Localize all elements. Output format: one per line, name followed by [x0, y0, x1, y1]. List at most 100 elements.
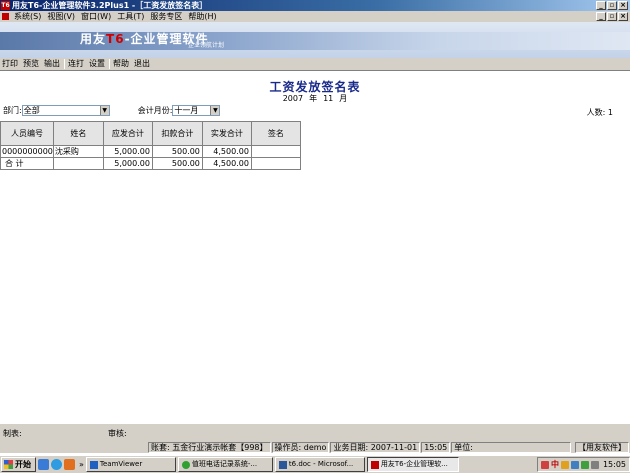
task-teamviewer[interactable]: TeamViewer: [85, 457, 176, 472]
document-window-controls: _ ▫ ×: [596, 12, 628, 21]
app-menu-icon[interactable]: [2, 13, 9, 20]
col-header-signature[interactable]: 签名: [250, 121, 301, 146]
close-button[interactable]: ×: [618, 1, 628, 10]
status-brand: 【用友软件】: [575, 441, 629, 453]
task-duty-phone-log[interactable]: 值班电话记录系统-...: [177, 457, 273, 472]
word-icon: [278, 460, 287, 469]
status-time: 15:05: [421, 441, 451, 453]
quicklaunch-icon[interactable]: [64, 459, 75, 470]
export-button[interactable]: 输出: [42, 58, 63, 70]
exit-button[interactable]: 退出: [132, 58, 153, 70]
menu-tools[interactable]: 工具(T): [114, 11, 147, 22]
month-select-value: 十一月: [174, 105, 199, 115]
toolbar-separator: [64, 59, 65, 69]
menu-view[interactable]: 视图(V): [44, 11, 78, 22]
table-row[interactable]: 0000000000 沈采购 5,000.00 500.00 4,500.00: [0, 145, 301, 158]
doc-close-button[interactable]: ×: [618, 12, 628, 21]
preview-button[interactable]: 预览: [21, 58, 42, 70]
window-controls: _ ▫ ×: [596, 1, 628, 10]
cell-employee-id[interactable]: 0000000000: [0, 145, 54, 158]
table-header-row: 人员编号 姓名 应发合计 扣款合计 实发合计 签名: [0, 121, 301, 146]
ime-indicator[interactable]: 中: [551, 459, 559, 470]
status-unit: 单位:: [451, 441, 572, 453]
cell-total-deductions: 500.00: [151, 157, 203, 170]
quicklaunch-more-icon[interactable]: »: [79, 460, 84, 469]
reviewer-label: 审核:: [108, 429, 127, 438]
tray-icon[interactable]: [560, 460, 569, 469]
restore-button[interactable]: ▫: [607, 1, 617, 10]
col-header-net-pay[interactable]: 实发合计: [201, 121, 252, 146]
maker-label: 制表:: [3, 429, 22, 438]
col-header-deductions[interactable]: 扣款合计: [151, 121, 203, 146]
taskbar: 开始 » TeamViewer 值班电话记录系统-... t6.doc - Mi…: [0, 455, 630, 473]
report-toolbar: 打印 预览 输出 连打 设置 帮助 退出: [0, 58, 630, 71]
headcount: 人数: 1: [586, 108, 613, 117]
menu-help[interactable]: 帮助(H): [185, 11, 219, 22]
app-icon: T6: [1, 1, 10, 10]
banner-subtitle: 企业领航计划: [188, 42, 225, 49]
volume-icon[interactable]: [590, 460, 599, 469]
toolbar-separator: [109, 59, 110, 69]
cell-total-name: [52, 157, 104, 170]
cell-signature[interactable]: [250, 145, 301, 158]
filter-bar: 部门: 全部 ▼ 会计月份: 十一月 ▼: [3, 104, 221, 116]
task-yonyou-t6[interactable]: 用友T6-企业管理软...: [366, 457, 459, 472]
cell-total-net: 4,500.00: [201, 157, 252, 170]
report-area: 工资发放签名表 2007 年 11 月 部门: 全部 ▼ 会计月份: 十一月 ▼ 人数…: [0, 72, 630, 424]
status-operator: 操作员: demo: [271, 441, 330, 453]
menu-bar: 系统(S) 视图(V) 窗口(W) 工具(T) 服务专区 帮助(H) _ ▫ ×: [0, 11, 630, 22]
windows-logo-icon: [4, 460, 13, 469]
cell-name[interactable]: 沈采购: [52, 145, 104, 158]
col-header-gross-pay[interactable]: 应发合计: [102, 121, 153, 146]
table-total-row[interactable]: 合 计 5,000.00 500.00 4,500.00: [0, 157, 301, 170]
task-word-doc[interactable]: t6.doc - Microsof...: [274, 457, 365, 472]
cell-total-gross: 5,000.00: [102, 157, 153, 170]
report-month: 11: [323, 94, 334, 103]
cell-total-label: 合 计: [0, 157, 54, 170]
window-title: 用友T6-企业管理软件3.2Plus1 -［工资发放签名表］: [12, 1, 208, 10]
title-bar[interactable]: T6 用友T6-企业管理软件3.2Plus1 -［工资发放签名表］ _ ▫ ×: [0, 0, 630, 11]
help-button[interactable]: 帮助: [111, 58, 132, 70]
cell-deductions[interactable]: 500.00: [151, 145, 203, 158]
chevron-down-icon[interactable]: ▼: [99, 105, 109, 115]
cell-net-pay[interactable]: 4,500.00: [201, 145, 252, 158]
report-year: 2007: [282, 94, 304, 103]
tray-icon[interactable]: [580, 460, 589, 469]
tray-icon[interactable]: [570, 460, 579, 469]
menu-service[interactable]: 服务专区: [147, 11, 185, 22]
month-select[interactable]: 十一月 ▼: [172, 104, 221, 116]
doc-restore-button[interactable]: ▫: [607, 12, 617, 21]
ie-icon[interactable]: [51, 459, 62, 470]
chevron-down-icon[interactable]: ▼: [210, 105, 220, 115]
month-label: 会计月份:: [137, 105, 173, 115]
teamviewer-icon: [89, 460, 98, 469]
minimize-button[interactable]: _: [596, 1, 606, 10]
year-unit: 年: [309, 94, 318, 103]
tray-icon[interactable]: [540, 460, 549, 469]
cell-total-signature: [250, 157, 301, 170]
product-banner: 用友T6-企业管理软件 企业领航计划: [0, 22, 630, 58]
system-tray: 中 15:05: [536, 457, 630, 472]
col-header-name[interactable]: 姓名: [52, 121, 104, 146]
dept-label: 部门:: [3, 105, 22, 115]
menu-system[interactable]: 系统(S): [11, 11, 44, 22]
menu-window[interactable]: 窗口(W): [78, 11, 114, 22]
app-icon: [181, 460, 190, 469]
start-button[interactable]: 开始: [1, 457, 36, 472]
doc-minimize-button[interactable]: _: [596, 12, 606, 21]
settings-button[interactable]: 设置: [87, 58, 108, 70]
dept-select[interactable]: 全部 ▼: [21, 104, 110, 116]
continuous-print-button[interactable]: 连打: [66, 58, 87, 70]
desktop-icon[interactable]: [38, 459, 49, 470]
status-spacer: [0, 442, 147, 453]
col-header-employee-id[interactable]: 人员编号: [0, 121, 54, 146]
cell-gross-pay[interactable]: 5,000.00: [102, 145, 153, 158]
salary-sign-table: 人员编号 姓名 应发合计 扣款合计 实发合计 签名 0000000000 沈采购…: [0, 121, 301, 170]
t6-icon: [370, 460, 379, 469]
report-footer: 制表: 审核:: [0, 424, 630, 441]
clock[interactable]: 15:05: [603, 460, 626, 469]
status-account: 账套: 五金行业演示帐套【998】: [148, 441, 271, 453]
print-button[interactable]: 打印: [0, 58, 21, 70]
month-unit: 月: [339, 94, 348, 103]
status-business-date: 业务日期: 2007-11-01: [330, 441, 421, 453]
